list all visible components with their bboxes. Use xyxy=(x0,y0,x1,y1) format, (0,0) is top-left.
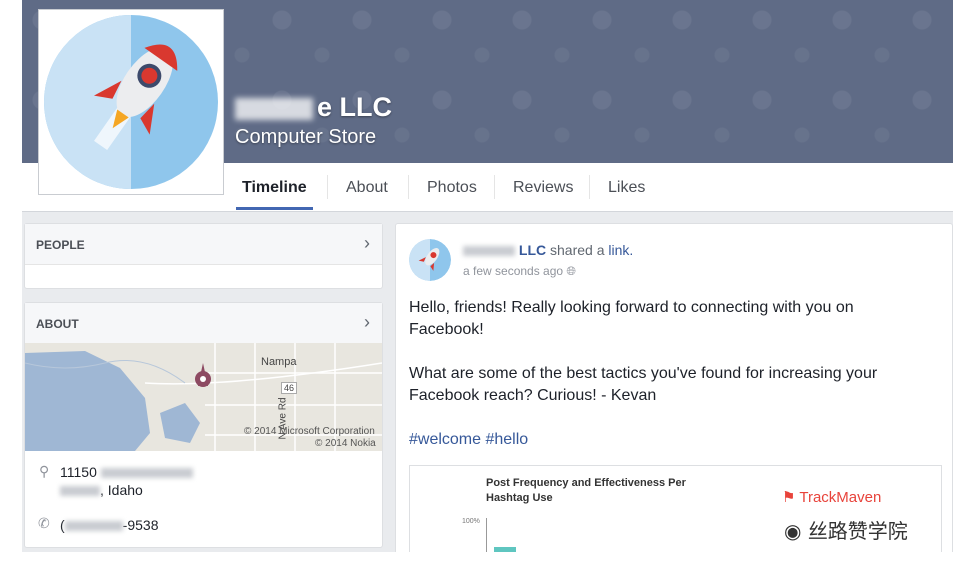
location-pin-icon: ⚲ xyxy=(39,463,50,479)
redacted-text xyxy=(64,521,123,532)
preview-brand: ⚑ TrackMaven xyxy=(782,489,882,506)
profile-picture[interactable] xyxy=(38,9,224,195)
phone-number[interactable]: (-9538 xyxy=(60,517,158,533)
preview-axis-label: 100% xyxy=(462,518,480,525)
chevron-right-icon: › xyxy=(364,312,370,332)
phone-icon: ✆ xyxy=(38,515,50,531)
post-timestamp[interactable]: a few seconds ago 🌐︎ xyxy=(463,264,576,279)
page-category[interactable]: Computer Store xyxy=(235,126,376,149)
about-card: ABOUT › Nampa 46 N Ave Rd © 2014 Microso xyxy=(24,302,383,548)
about-title: ABOUT xyxy=(36,317,79,331)
post-hashtags[interactable]: #welcome #hello xyxy=(409,429,919,451)
wechat-icon: ◉ xyxy=(784,519,802,543)
tab-likes[interactable]: Likes xyxy=(602,163,651,210)
address: 11150 xyxy=(60,464,193,480)
rocket-logo xyxy=(44,15,218,189)
map-credit: © 2014 Nokia xyxy=(315,438,376,449)
preview-title: Post Frequency and Effectiveness Per Has… xyxy=(486,477,686,504)
post-author-avatar[interactable] xyxy=(409,239,451,281)
watermark: ◉ 丝路赞学院 xyxy=(784,519,908,543)
post-header: LLC shared a link. xyxy=(463,242,633,258)
facebook-page: e LLC Computer Store Timeline About Phot… xyxy=(22,0,953,552)
people-title: PEOPLE xyxy=(36,238,85,252)
post-body: Hello, friends! Really looking forward t… xyxy=(409,297,919,473)
map-credit: © 2014 Microsoft Corporation xyxy=(244,426,375,437)
tab-divider xyxy=(494,175,495,199)
fox-logo-icon: ⚑ xyxy=(782,489,796,506)
redacted-text xyxy=(100,468,193,479)
highway-badge: 46 xyxy=(281,382,298,394)
globe-icon: 🌐︎ xyxy=(566,264,577,278)
location-map[interactable]: Nampa 46 N Ave Rd © 2014 Microsoft Corpo… xyxy=(25,343,382,451)
people-header[interactable]: PEOPLE › xyxy=(25,224,382,265)
page-name[interactable]: e LLC xyxy=(235,92,392,123)
redacted-text xyxy=(60,486,100,497)
preview-bar xyxy=(494,547,516,552)
tab-timeline[interactable]: Timeline xyxy=(236,163,313,210)
post-paragraph: Hello, friends! Really looking forward t… xyxy=(409,299,854,338)
rocket-logo xyxy=(409,239,451,281)
chevron-right-icon: › xyxy=(364,233,370,253)
tab-photos[interactable]: Photos xyxy=(421,163,483,210)
post-paragraph: What are some of the best tactics you've… xyxy=(409,365,878,404)
about-header[interactable]: ABOUT › xyxy=(25,303,382,344)
post-card: LLC shared a link. a few seconds ago 🌐︎ … xyxy=(395,223,953,552)
tab-reviews[interactable]: Reviews xyxy=(507,163,579,210)
tab-divider xyxy=(408,175,409,199)
shared-link[interactable]: link. xyxy=(608,242,633,258)
people-card: PEOPLE › xyxy=(24,223,383,289)
redacted-name xyxy=(235,97,313,120)
redacted-text xyxy=(463,246,515,257)
tab-about[interactable]: About xyxy=(340,163,394,210)
post-author[interactable]: LLC xyxy=(519,242,546,258)
address-city: , Idaho xyxy=(60,482,143,498)
tab-divider xyxy=(589,175,590,199)
preview-axis xyxy=(486,518,487,552)
tab-divider xyxy=(327,175,328,199)
map-city-label: Nampa xyxy=(261,356,297,368)
